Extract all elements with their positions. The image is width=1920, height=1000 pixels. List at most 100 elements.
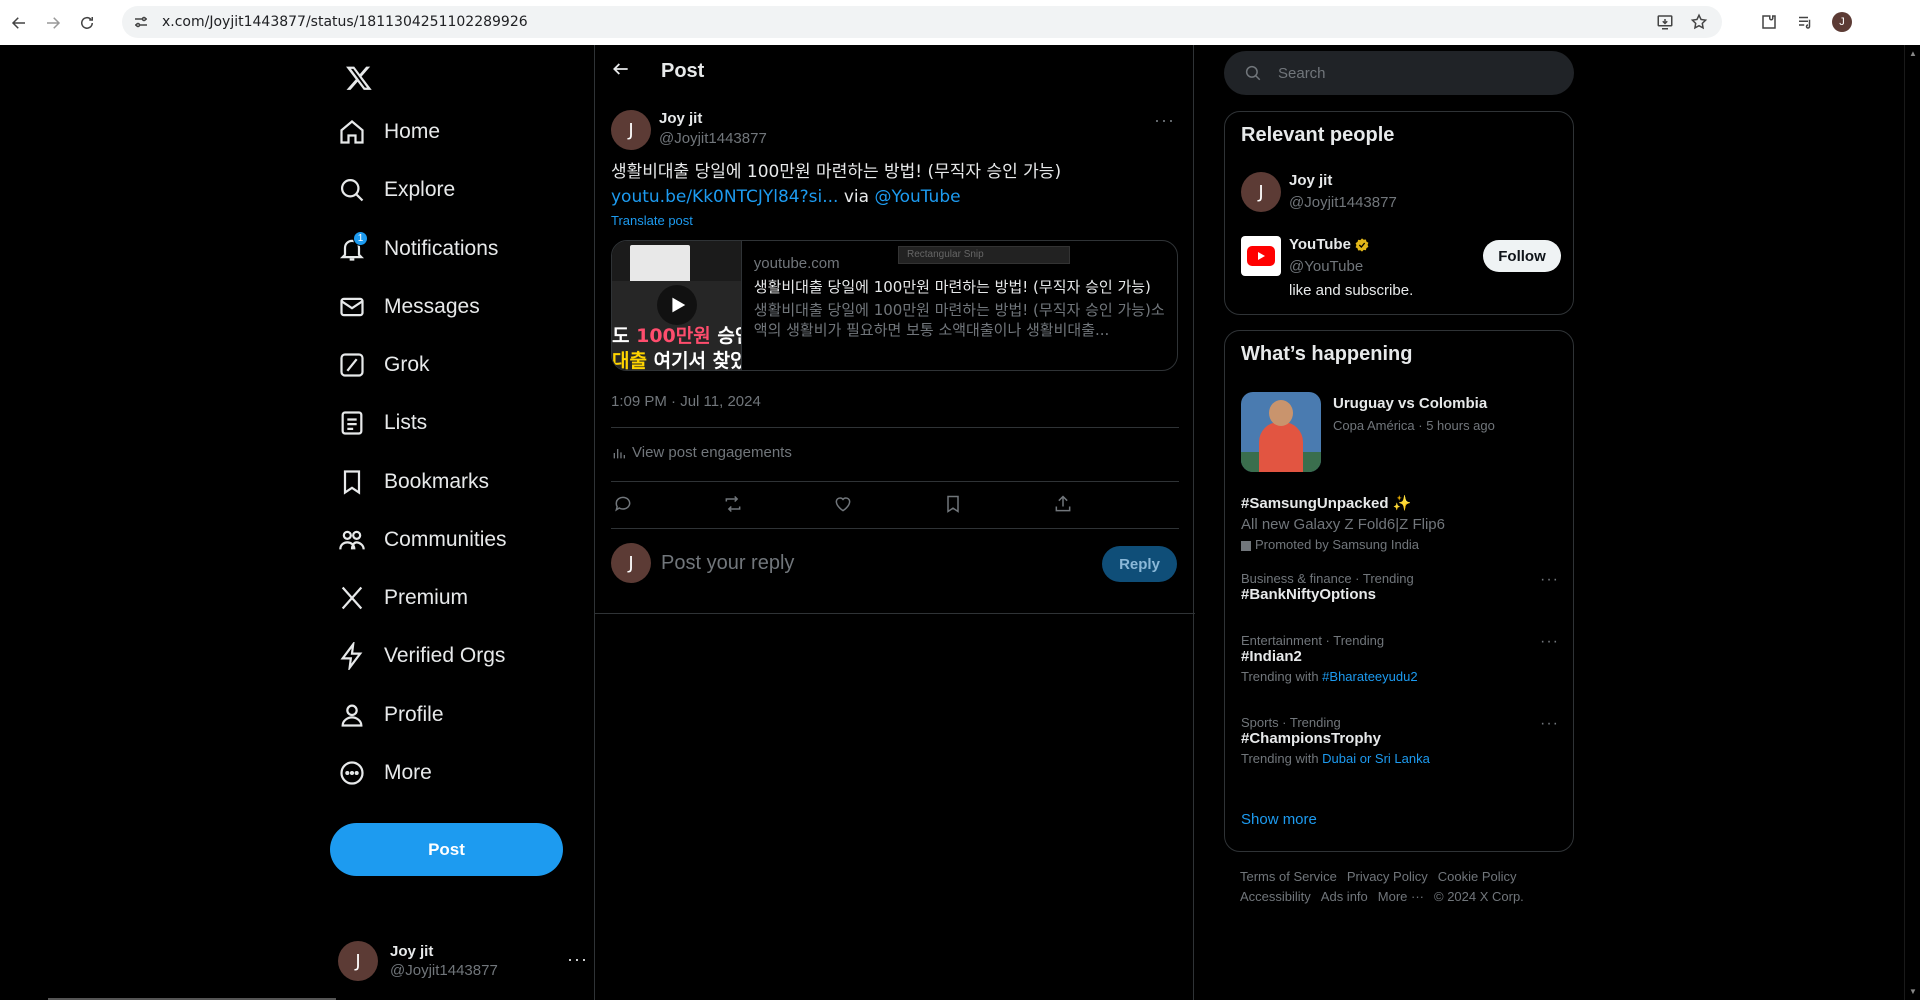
person-bio: like and subscribe. bbox=[1289, 282, 1414, 299]
nav-messages[interactable]: Messages bbox=[338, 282, 480, 332]
bookmark-star-icon[interactable] bbox=[1690, 13, 1708, 31]
nav-more[interactable]: More bbox=[338, 748, 432, 798]
trend-menu-icon[interactable]: ··· bbox=[1540, 633, 1559, 651]
trend-menu-icon[interactable]: ··· bbox=[1540, 571, 1559, 589]
trend-image-head bbox=[1269, 400, 1293, 426]
footer-link[interactable]: More ··· bbox=[1378, 889, 1424, 904]
nav-verified-orgs[interactable]: Verified Orgs bbox=[338, 631, 505, 681]
trend-item[interactable]: Entertainment · Trending #Indian2 Trendi… bbox=[1241, 633, 1559, 684]
nav-label: Messages bbox=[384, 295, 480, 318]
trend-meta: Sports · Trending bbox=[1241, 715, 1341, 730]
install-app-icon[interactable] bbox=[1656, 13, 1674, 31]
video-thumbnail[interactable]: 도 100만원 승인 대출 여기서 찾았 bbox=[612, 241, 742, 370]
media-control-icon[interactable] bbox=[1796, 13, 1814, 31]
play-icon[interactable] bbox=[657, 285, 697, 325]
thumb-text: 여기서 찾았 bbox=[646, 350, 742, 370]
trend-sub: Trending with #Bharateeyudu2 bbox=[1241, 669, 1559, 684]
trend-tag: #SamsungUnpacked ✨ bbox=[1241, 494, 1559, 512]
post-button[interactable]: Post bbox=[330, 823, 563, 876]
whats-happening-panel: What’s happening Uruguay vs Colombia Cop… bbox=[1224, 330, 1574, 852]
share-icon[interactable] bbox=[1053, 494, 1075, 516]
nav-home[interactable]: Home bbox=[338, 107, 440, 157]
nav-lists[interactable]: Lists bbox=[338, 398, 427, 448]
search-input[interactable] bbox=[1278, 64, 1558, 82]
reply-input[interactable] bbox=[661, 549, 1101, 577]
avatar[interactable]: J bbox=[611, 110, 651, 150]
trend-meta: Business & finance · Trending bbox=[1241, 571, 1414, 586]
nav-notifications[interactable]: 1 Notifications bbox=[338, 224, 498, 274]
search-box[interactable] bbox=[1224, 51, 1574, 95]
account-switcher[interactable]: J Joy jit @Joyjit1443877 ··· bbox=[338, 933, 588, 989]
nav-grok[interactable]: Grok bbox=[338, 340, 430, 390]
person-name-text: YouTube bbox=[1289, 236, 1351, 253]
nav-premium[interactable]: Premium bbox=[338, 573, 468, 623]
trend-desc: All new Galaxy Z Fold6|Z Flip6 bbox=[1241, 516, 1445, 533]
nav-label: Grok bbox=[384, 353, 430, 376]
bell-icon: 1 bbox=[338, 231, 368, 263]
notification-badge: 1 bbox=[353, 231, 368, 246]
scroll-up-icon[interactable]: ▲ bbox=[1909, 49, 1917, 58]
thumbnail-text-line1: 도 100만원 승인 bbox=[612, 321, 741, 348]
tweet-link[interactable]: youtu.be/Kk0NTCJYl84?si... bbox=[611, 187, 838, 207]
nav-profile[interactable]: Profile bbox=[338, 690, 444, 740]
reload-icon[interactable] bbox=[72, 8, 102, 38]
person-icon bbox=[338, 701, 366, 729]
browser-profile-avatar[interactable]: J bbox=[1832, 12, 1852, 32]
trend-featured[interactable]: Uruguay vs Colombia Copa América · 5 hou… bbox=[1333, 395, 1563, 433]
trend-promoted[interactable]: #SamsungUnpacked ✨ All new Galaxy Z Fold… bbox=[1241, 494, 1559, 552]
repost-icon[interactable] bbox=[723, 494, 745, 516]
engagements-label: View post engagements bbox=[632, 444, 792, 461]
view-engagements-link[interactable]: View post engagements bbox=[611, 444, 792, 461]
account-menu-icon[interactable]: ··· bbox=[567, 949, 588, 970]
scroll-down-icon[interactable]: ▼ bbox=[1909, 987, 1917, 996]
x-icon bbox=[338, 584, 366, 612]
trend-image[interactable] bbox=[1241, 392, 1321, 472]
trend-sub-link[interactable]: Dubai or Sri Lanka bbox=[1322, 751, 1430, 766]
show-more-link[interactable]: Show more bbox=[1241, 811, 1317, 828]
follow-button[interactable]: Follow bbox=[1483, 240, 1561, 272]
page-title: Post bbox=[661, 60, 705, 82]
account-handle: @Joyjit1443877 bbox=[390, 962, 498, 979]
tweet-menu-icon[interactable]: ··· bbox=[1154, 110, 1175, 131]
like-heart-icon[interactable] bbox=[833, 494, 855, 516]
trend-sub-text: Trending with bbox=[1241, 751, 1323, 766]
trend-sub-link[interactable]: #Bharateeyudu2 bbox=[1322, 669, 1417, 684]
nav-communities[interactable]: Communities bbox=[338, 515, 507, 565]
back-arrow-icon[interactable] bbox=[4, 8, 34, 38]
nav-explore[interactable]: Explore bbox=[338, 165, 455, 215]
nav-label: Bookmarks bbox=[384, 470, 490, 493]
thumbnail-screen bbox=[630, 245, 690, 285]
tweet-author-handle[interactable]: @Joyjit1443877 bbox=[659, 130, 767, 147]
back-arrow-icon[interactable] bbox=[611, 59, 631, 84]
footer-link[interactable]: Cookie Policy bbox=[1438, 869, 1517, 884]
footer-link[interactable]: Privacy Policy bbox=[1347, 869, 1428, 884]
url-text[interactable]: x.com/Joyjit1443877/status/1811304251102… bbox=[162, 14, 528, 30]
footer-link[interactable]: Accessibility bbox=[1240, 889, 1311, 904]
trend-item[interactable]: Sports · Trending #ChampionsTrophy Trend… bbox=[1241, 715, 1559, 766]
footer-link[interactable]: Terms of Service bbox=[1240, 869, 1337, 884]
tweet-body: 생활비대출 당일에 100만원 마련하는 방법! (무직자 승인 가능) bbox=[611, 162, 1062, 182]
forward-arrow-icon[interactable] bbox=[38, 8, 68, 38]
nav-bookmarks[interactable]: Bookmarks bbox=[338, 457, 489, 507]
bookmark-icon[interactable] bbox=[943, 494, 965, 516]
more-circle-icon bbox=[338, 759, 366, 787]
address-bar[interactable]: x.com/Joyjit1443877/status/1811304251102… bbox=[122, 6, 1722, 38]
link-card[interactable]: 도 100만원 승인 대출 여기서 찾았 youtube.com 생활비대출 당… bbox=[611, 240, 1178, 371]
trend-meta: Copa América · 5 hours ago bbox=[1333, 418, 1495, 433]
footer-link[interactable]: Ads info bbox=[1321, 889, 1368, 904]
account-name: Joy jit bbox=[390, 943, 434, 960]
reply-icon[interactable] bbox=[613, 494, 635, 516]
extensions-icon[interactable] bbox=[1760, 13, 1778, 31]
site-settings-icon[interactable] bbox=[132, 13, 150, 31]
reply-button[interactable]: Reply bbox=[1102, 546, 1177, 582]
tweet-mention[interactable]: @YouTube bbox=[874, 187, 960, 207]
translate-post-link[interactable]: Translate post bbox=[611, 213, 693, 228]
trend-menu-icon[interactable]: ··· bbox=[1540, 715, 1559, 733]
tweet-timestamp[interactable]: 1:09 PM · Jul 11, 2024 bbox=[611, 393, 761, 410]
bolt-icon bbox=[338, 640, 366, 672]
x-logo-icon[interactable] bbox=[338, 57, 380, 99]
bookmark-icon bbox=[338, 468, 366, 496]
tweet-author-name[interactable]: Joy jit bbox=[659, 110, 767, 127]
trend-item[interactable]: Business & finance · Trending #BankNifty… bbox=[1241, 571, 1559, 603]
page-scrollbar[interactable]: ▲ ▼ bbox=[1904, 45, 1920, 1000]
